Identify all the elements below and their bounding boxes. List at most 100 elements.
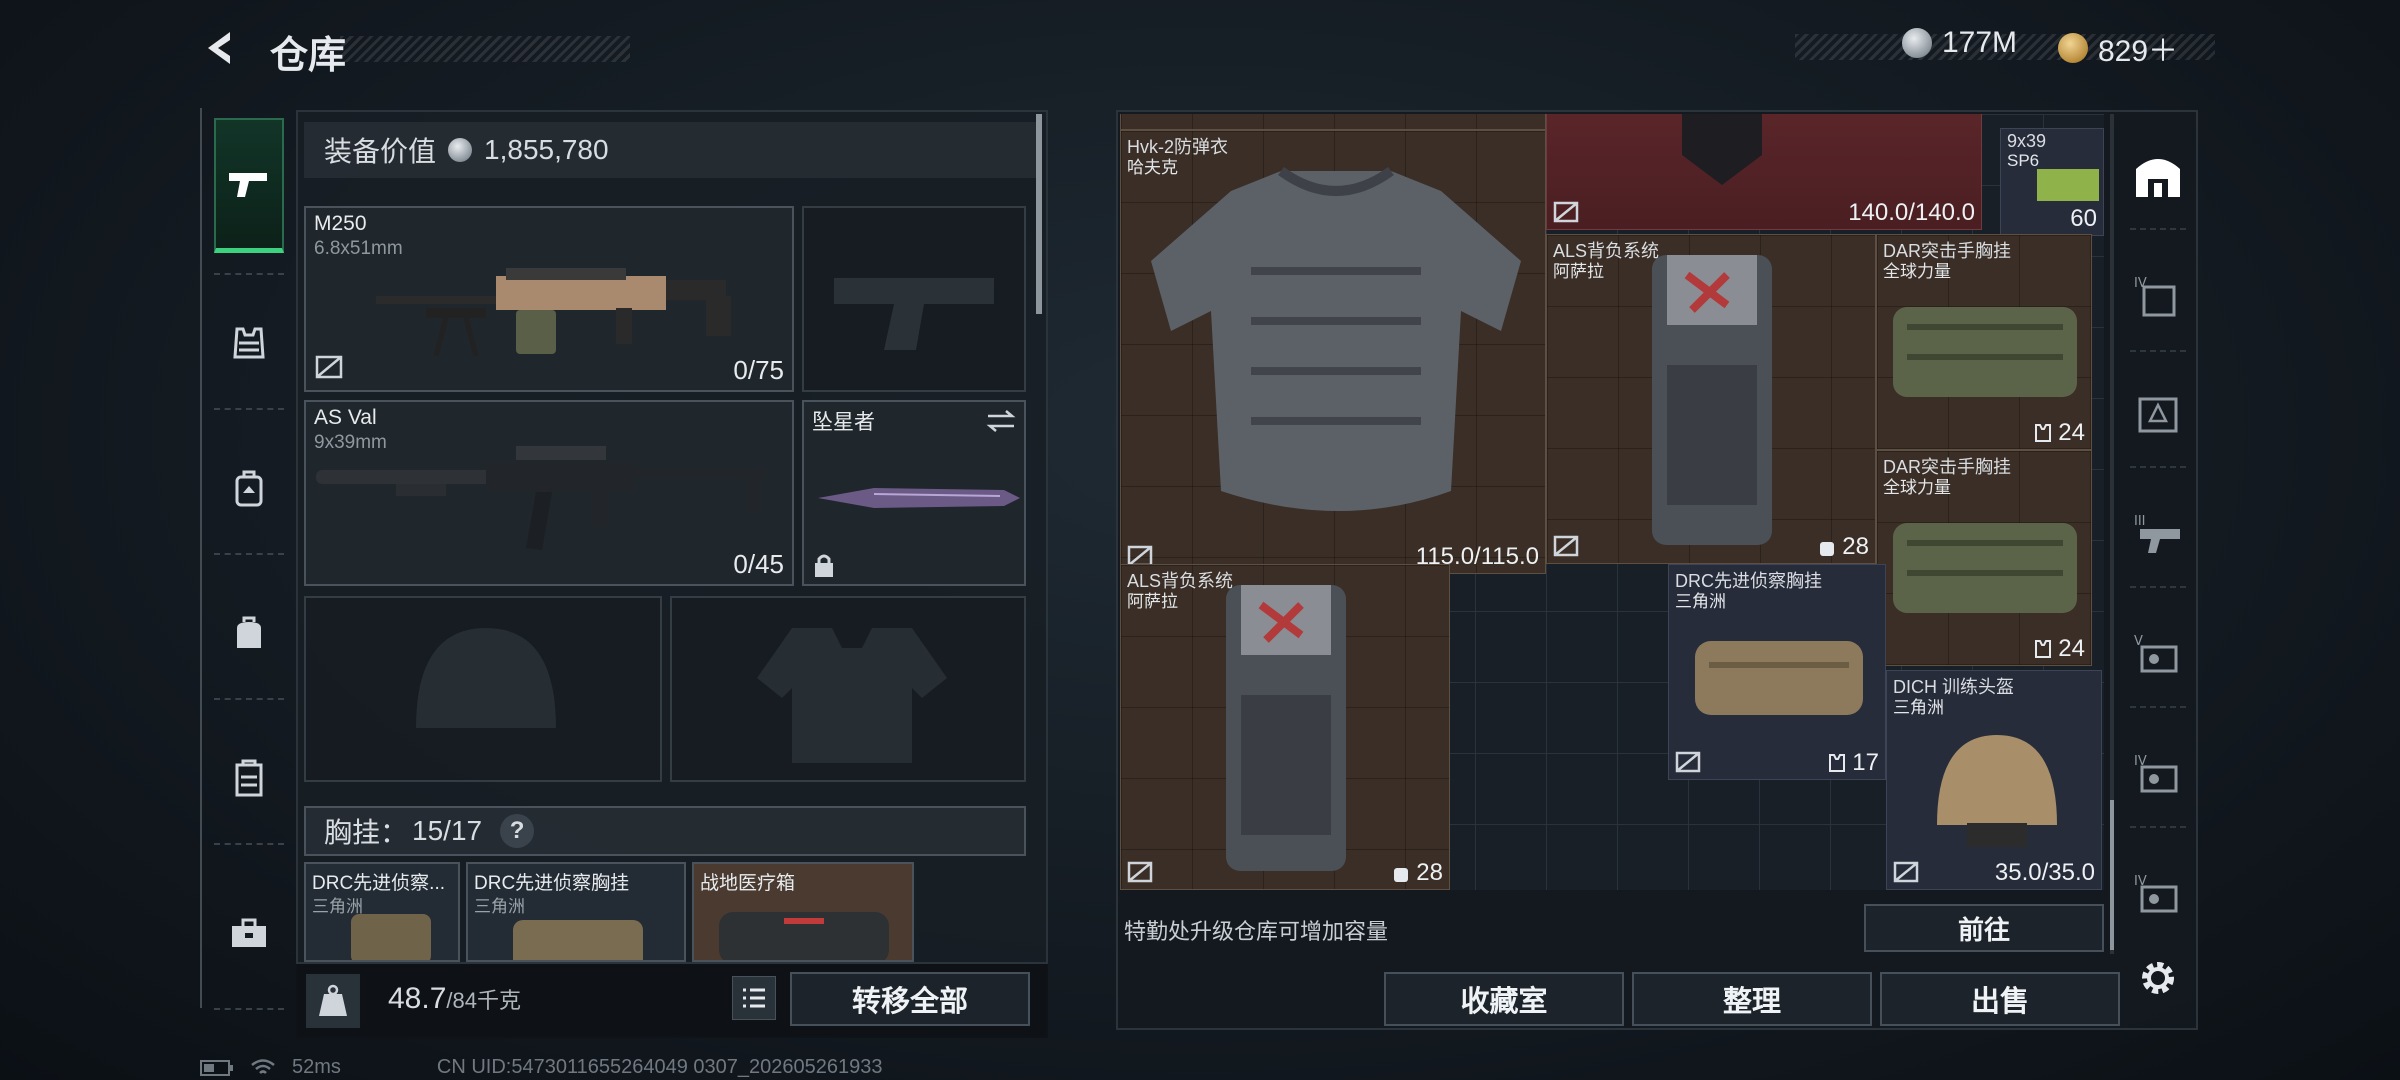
status-bar: 52ms CN UID:5473011655264049 0307_202605… — [200, 1056, 882, 1079]
no-insurance-icon — [1893, 861, 1919, 883]
rail-item-tier-4b[interactable]: IV — [2128, 866, 2188, 922]
item-brand: 全球力量 — [1883, 478, 1951, 497]
equipment-value-label: 装备价值 — [324, 136, 437, 167]
item-brand: 三角洲 — [1893, 698, 1944, 717]
quilted-item-image — [1682, 114, 1762, 185]
list-view-button[interactable] — [732, 976, 776, 1020]
warning-case-icon — [2138, 397, 2178, 433]
goto-button[interactable]: 前往 — [1864, 904, 2104, 952]
rail-item-tier-4a[interactable]: IV — [2128, 746, 2188, 802]
weight-current: 48.7 — [388, 982, 447, 1015]
sidebar-item-container[interactable] — [214, 738, 284, 818]
rail-item-tier-container[interactable]: IV — [2128, 268, 2188, 324]
currency-silver-value: 177M — [1942, 26, 2018, 59]
backpack-icon — [235, 470, 263, 507]
backpack-image — [1226, 585, 1346, 871]
capacity: 28 — [1818, 533, 1869, 561]
item-brand: 阿萨拉 — [1553, 262, 1604, 281]
sell-button[interactable]: 出售 — [1880, 972, 2120, 1026]
rail-item-tier-5[interactable]: V — [2128, 626, 2188, 682]
melee-slot[interactable]: 坠星者 — [802, 400, 1026, 586]
helmet-silhouette-icon — [416, 628, 556, 728]
stash-item-armor[interactable]: Hvk-2防弹衣 哈夫克 115.0/115.0 — [1120, 130, 1546, 574]
stash-item-chest-rig[interactable]: DAR突击手胸挂 全球力量 24 — [1876, 234, 2092, 450]
chest-rig-image — [1695, 641, 1863, 715]
stash-item-backpack[interactable]: ALS背负系统 阿萨拉 28 — [1546, 234, 1876, 564]
lock-icon — [815, 554, 833, 577]
no-insurance-icon — [315, 355, 343, 379]
chest-rig-capacity: 15/17 — [412, 815, 483, 846]
equipment-value-bar: 装备价值 1,855,780 — [304, 122, 1040, 178]
stash-item-ammo[interactable]: 9x39 SP6 60 — [2000, 128, 2104, 236]
ping: 52ms — [292, 1056, 341, 1078]
armor-vest-icon — [233, 327, 265, 359]
medical-case-image — [719, 912, 889, 960]
weight-value: 48.7/84千克 — [388, 982, 521, 1016]
chest-rig-bar: 胸挂： 15/17 ? — [304, 806, 1026, 856]
stash-item-backpack[interactable]: ALS背负系统 阿萨拉 28 — [1120, 564, 1450, 890]
settings-button[interactable] — [2128, 950, 2188, 1006]
collection-room-button[interactable]: 收藏室 — [1384, 972, 1624, 1026]
rail-item-tier-weapon[interactable]: III — [2128, 506, 2188, 562]
sidebar-item-armor[interactable] — [214, 308, 284, 378]
gun-case-icon: III — [2134, 514, 2180, 553]
loadout-scrollbar[interactable] — [1036, 114, 1042, 314]
weight-icon — [306, 974, 360, 1028]
melee-name: 坠星者 — [812, 411, 875, 434]
stash-item-red[interactable]: 140.0/140.0 — [1546, 114, 1982, 230]
stash-scrollbar-thumb[interactable] — [2110, 800, 2114, 950]
primary-weapon-slot[interactable]: M250 6.8x51mm 0/75 — [304, 206, 794, 392]
backpack-capacity-icon — [1394, 868, 1409, 882]
swap-icon[interactable] — [986, 408, 1016, 434]
sidebar-item-bag[interactable] — [214, 593, 284, 673]
stash-item-helmet[interactable]: DICH 训练头盔 三角洲 35.0/35.0 — [1886, 670, 2102, 890]
back-button[interactable] — [198, 26, 242, 70]
item-brand: 阿萨拉 — [1127, 592, 1178, 611]
chest-rig-image — [1893, 307, 2077, 397]
helmet-slot[interactable] — [304, 596, 662, 782]
capacity: 28 — [1392, 859, 1443, 887]
silver-coin-icon — [1902, 28, 1932, 58]
capacity-value: 28 — [1842, 533, 1869, 560]
body-armor-slot[interactable] — [670, 596, 1026, 782]
battery-icon — [200, 1059, 233, 1076]
no-insurance-icon — [1675, 751, 1701, 773]
organize-button[interactable]: 整理 — [1632, 972, 1872, 1026]
knife-image — [818, 488, 1020, 508]
rig-item-name: DRC先进侦察胸挂 — [474, 873, 630, 894]
help-icon[interactable]: ? — [500, 814, 535, 848]
no-insurance-icon — [1553, 535, 1579, 557]
chest-rig-image — [1893, 523, 2077, 613]
capacity: 24 — [2034, 635, 2085, 663]
durability: 140.0/140.0 — [1848, 199, 1975, 226]
no-insurance-icon — [1127, 861, 1153, 883]
tier-label: III — [2134, 514, 2146, 529]
sidebar-item-backpack[interactable] — [214, 448, 284, 528]
transfer-all-button[interactable]: 转移全部 — [790, 972, 1030, 1026]
rig-capacity-icon — [1829, 754, 1846, 772]
capacity-value: 24 — [2058, 419, 2085, 446]
pistol-silhouette-icon — [834, 278, 994, 350]
rail-item-tier-bag[interactable] — [2128, 386, 2188, 442]
sidebar-item-weapons[interactable] — [214, 118, 284, 253]
weapon-name: M250 — [314, 212, 367, 235]
stash-item-partial[interactable] — [1120, 114, 1546, 130]
stash-item-chest-rig[interactable]: DRC先进侦察胸挂 三角洲 17 — [1668, 564, 1886, 780]
rig-item[interactable]: 战地医疗箱 — [692, 862, 914, 962]
machine-gun-image — [376, 268, 731, 357]
pistol-icon — [229, 173, 267, 197]
category-sidebar — [200, 108, 286, 1010]
stash-item-chest-rig[interactable]: DAR突击手胸挂 全球力量 24 — [1876, 450, 2092, 666]
rig-item[interactable]: DRC先进侦察胸挂 三角洲 — [466, 862, 686, 962]
pistol-slot[interactable] — [802, 206, 1026, 392]
no-insurance-icon — [1553, 201, 1579, 223]
rail-item-all[interactable] — [2128, 148, 2188, 204]
rig-item-name: DRC先进侦察... — [312, 873, 446, 894]
currency-gold[interactable]: 829＋ — [2058, 26, 2178, 70]
rig-item[interactable]: DRC先进侦察... 三角洲 — [304, 862, 460, 962]
secondary-weapon-slot[interactable]: AS Val 9x39mm 0/45 — [304, 400, 794, 586]
currency-gold-value: 829＋ — [2098, 35, 2179, 68]
currency-silver[interactable]: 177M — [1902, 26, 2017, 60]
ammo-count: 60 — [2070, 205, 2097, 232]
sidebar-item-toolbox[interactable] — [214, 878, 284, 988]
